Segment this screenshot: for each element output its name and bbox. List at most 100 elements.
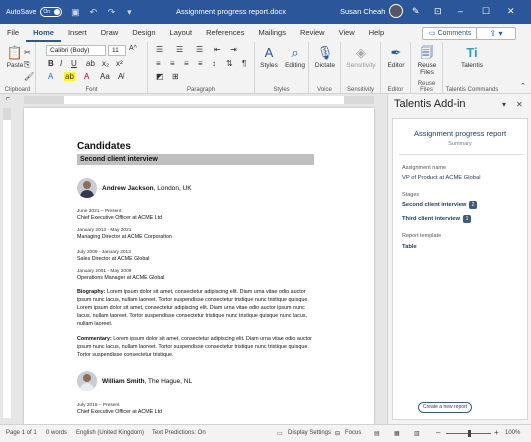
superscript-icon[interactable]: x² xyxy=(116,59,123,68)
paste-button[interactable]: 📋 Paste xyxy=(4,46,26,70)
subscript-icon[interactable]: x₂ xyxy=(102,59,109,68)
tab-review[interactable]: Review xyxy=(293,24,332,42)
dictate-button[interactable]: 🎙 Dictate xyxy=(311,46,339,70)
page-count[interactable]: Page 1 of 1 xyxy=(6,430,37,436)
save-icon[interactable]: ▣ xyxy=(70,7,80,17)
zoom-out-icon[interactable]: – xyxy=(436,428,440,437)
undo-icon[interactable]: ↶ xyxy=(88,7,98,17)
align-right-icon[interactable]: ≡ xyxy=(184,59,189,68)
close-icon[interactable]: ✕ xyxy=(507,6,515,17)
tab-selector-icon[interactable]: ⌐ xyxy=(6,95,10,102)
language[interactable]: English (United Kingdom) xyxy=(76,430,144,436)
read-mode-icon[interactable]: ▤ xyxy=(374,430,380,437)
redo-icon[interactable]: ↷ xyxy=(106,7,116,17)
ribbon-display-icon[interactable]: ⊡ xyxy=(434,6,442,17)
copy-icon[interactable]: ⎘ xyxy=(24,60,30,70)
stage-item[interactable]: Second client interview xyxy=(402,202,466,208)
tab-home[interactable]: Home xyxy=(26,24,61,42)
pane-options-icon[interactable]: ▾ xyxy=(502,100,506,109)
bullets-icon[interactable]: ☰ xyxy=(156,45,163,54)
collapse-ribbon-icon[interactable]: ⌃ xyxy=(520,82,526,90)
user-name[interactable]: Susan Cheah xyxy=(340,7,385,16)
stage-count-badge: 1 xyxy=(463,215,471,223)
italic-icon[interactable]: I xyxy=(60,59,62,68)
zoom-in-icon[interactable]: + xyxy=(494,428,499,437)
vertical-ruler[interactable] xyxy=(3,108,11,418)
tab-mailings[interactable]: Mailings xyxy=(251,24,293,42)
create-report-button[interactable]: Create a new report xyxy=(418,402,472,413)
quick-access-dropdown-icon[interactable]: ▾ xyxy=(124,7,134,17)
bold-icon[interactable]: B xyxy=(48,59,54,68)
tab-draw[interactable]: Draw xyxy=(94,24,126,42)
pen-icon[interactable]: ✎ xyxy=(412,6,420,17)
talentis-button[interactable]: Ti Talentis xyxy=(453,45,491,70)
highlight-icon[interactable]: ab xyxy=(64,72,75,81)
minimize-icon[interactable]: – xyxy=(458,6,463,16)
document-page[interactable]: Candidates Second client interview Andre… xyxy=(24,108,374,424)
text-effects-icon[interactable]: A xyxy=(48,72,53,81)
tab-file[interactable]: File xyxy=(0,24,26,42)
candidate-name: Andrew Jackson xyxy=(102,185,154,192)
user-avatar[interactable] xyxy=(389,4,403,18)
editor-group: ✒ Editor Editor xyxy=(381,42,411,94)
job-entry: June 2021 – Present Chief Executive Offi… xyxy=(77,209,162,221)
web-layout-icon[interactable]: ▥ xyxy=(414,430,420,437)
maximize-icon[interactable]: ☐ xyxy=(482,6,490,17)
display-settings-icon[interactable]: ▭ xyxy=(277,430,283,437)
word-count[interactable]: 0 words xyxy=(46,430,67,436)
increase-indent-icon[interactable]: ⇥ xyxy=(230,45,237,54)
align-center-icon[interactable]: ≡ xyxy=(170,59,175,68)
grow-font-icon[interactable]: A^ xyxy=(129,45,137,52)
stage-item[interactable]: Third client interview xyxy=(402,216,460,222)
pane-close-icon[interactable]: ✕ xyxy=(516,100,523,109)
talentis-icon: Ti xyxy=(466,45,478,60)
clear-formatting-icon[interactable]: A̸ xyxy=(118,72,123,81)
align-left-icon[interactable]: ≡ xyxy=(156,59,161,68)
document-title[interactable]: Assignment progress report.docx xyxy=(176,7,286,16)
tab-view[interactable]: View xyxy=(332,24,362,42)
numbering-icon[interactable]: ☰ xyxy=(176,45,183,54)
sensitivity-icon: ◈ xyxy=(356,45,366,60)
sensitivity-button[interactable]: ◈ Sensitivity xyxy=(343,45,379,70)
zoom-level[interactable]: 100% xyxy=(505,430,520,436)
show-formatting-icon[interactable]: ¶ xyxy=(242,59,246,68)
shading-icon[interactable]: ◩ xyxy=(156,72,164,81)
change-case-icon[interactable]: Aa xyxy=(100,72,110,81)
focus-mode[interactable]: Focus xyxy=(345,430,361,436)
horizontal-ruler[interactable] xyxy=(24,96,374,104)
section-bar: Second client interview xyxy=(77,154,314,165)
font-color-icon[interactable]: A xyxy=(84,72,89,81)
font-group: Calibri (Body) 11 A^ B I U ab x₂ x² A ab… xyxy=(36,42,148,94)
cut-icon[interactable]: ✂ xyxy=(24,48,31,57)
editor-button[interactable]: ✒ Editor xyxy=(382,46,410,70)
underline-icon[interactable]: U xyxy=(71,59,77,68)
strikethrough-icon[interactable]: ab xyxy=(86,59,95,68)
editing-button[interactable]: ⌕ Editing xyxy=(283,46,307,70)
borders-icon[interactable]: ⊞ xyxy=(172,72,179,81)
line-spacing-icon[interactable]: ↕ xyxy=(212,59,216,68)
justify-icon[interactable]: ≡ xyxy=(198,59,203,68)
paragraph-group: ☰ ☰ ☰ ⇤ ⇥ ≡ ≡ ≡ ≡ ↕ ◩ ⊞ ⇅ ¶ Paragraph xyxy=(148,42,255,94)
autosave-toggle[interactable]: On xyxy=(40,7,63,17)
font-name-select[interactable]: Calibri (Body) xyxy=(46,45,106,56)
share-button[interactable]: ⇪ ▾ xyxy=(476,27,516,40)
decrease-indent-icon[interactable]: ⇤ xyxy=(214,45,221,54)
tab-layout[interactable]: Layout xyxy=(163,24,200,42)
multilevel-list-icon[interactable]: ☰ xyxy=(196,45,203,54)
tab-references[interactable]: References xyxy=(199,24,251,42)
focus-icon[interactable]: ⊟ xyxy=(335,430,340,437)
display-settings[interactable]: Display Settings xyxy=(288,430,331,436)
font-size-select[interactable]: 11 xyxy=(108,45,126,56)
tab-help[interactable]: Help xyxy=(362,24,391,42)
reuse-files-button[interactable]: 🗐 Reuse Files xyxy=(412,46,442,77)
tab-insert[interactable]: Insert xyxy=(61,24,94,42)
print-layout-icon[interactable]: ▦ xyxy=(394,430,400,437)
comments-button[interactable]: ▭ Comments xyxy=(422,27,479,40)
format-painter-icon[interactable]: 🖌 xyxy=(24,72,34,81)
styles-button[interactable]: A Styles xyxy=(257,46,281,70)
zoom-slider-thumb[interactable] xyxy=(467,430,471,437)
sort-icon[interactable]: ⇅ xyxy=(226,59,233,68)
tab-design[interactable]: Design xyxy=(125,24,162,42)
candidate-photo xyxy=(77,178,97,198)
text-predictions[interactable]: Text Predictions: On xyxy=(152,430,206,436)
